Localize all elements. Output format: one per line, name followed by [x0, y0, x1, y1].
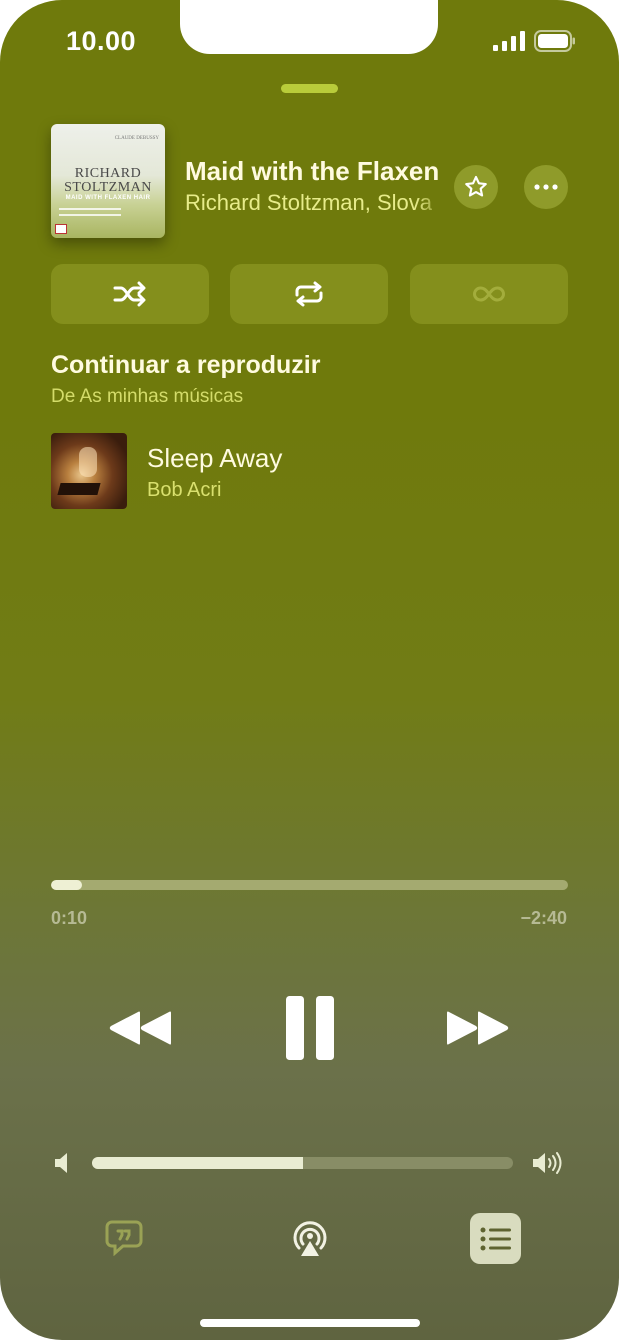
fast-forward-button[interactable] — [444, 1005, 512, 1051]
elapsed-time: 0:10 — [51, 908, 88, 928]
queue-item-title: Sleep Away — [147, 443, 283, 473]
pause-button[interactable] — [284, 996, 336, 1060]
volume-low-icon — [55, 1153, 67, 1173]
cellular-signal-icon — [493, 31, 525, 51]
list-item[interactable]: Sleep Away Bob Acri — [51, 433, 571, 511]
lyrics-button[interactable] — [104, 1218, 144, 1258]
shuffle-icon — [113, 281, 146, 307]
pause-icon — [286, 996, 334, 1060]
shuffle-button[interactable] — [51, 264, 209, 324]
artwork-album-name: MAID WITH FLAXEN HAIR — [65, 195, 151, 201]
airplay-audio-icon — [293, 1221, 327, 1256]
infinity-icon — [473, 286, 505, 302]
repeat-button[interactable] — [230, 264, 388, 324]
home-indicator[interactable] — [200, 1319, 420, 1327]
more-options-button[interactable] — [524, 165, 568, 209]
volume-slider[interactable] — [92, 1157, 513, 1169]
volume-high-icon — [533, 1152, 562, 1174]
artwork-artist-name: RICHARD STOLTZMAN — [64, 166, 152, 195]
queue-item-artwork — [51, 433, 127, 509]
artwork-piano — [57, 483, 101, 495]
queue-section-subtitle[interactable]: De As minhas músicas — [51, 386, 243, 408]
label-logo — [55, 224, 67, 234]
list-icon — [480, 1227, 511, 1250]
status-time: 10.00 — [66, 26, 137, 56]
sheet-grabber[interactable] — [281, 84, 338, 93]
playback-scrubber[interactable] — [51, 880, 568, 890]
queue-item-artist: Bob Acri — [147, 479, 222, 501]
ellipsis-icon — [534, 184, 558, 190]
repeat-icon — [295, 281, 323, 307]
forward-icon — [447, 1011, 509, 1045]
volume-slider-fill — [92, 1157, 303, 1169]
album-artwork[interactable]: CLAUDE DEBUSSY RICHARD STOLTZMAN MAID WI… — [51, 124, 165, 238]
playback-progress-fill — [51, 880, 83, 890]
artwork-composer: CLAUDE DEBUSSY — [114, 136, 159, 141]
autoplay-button[interactable] — [410, 264, 568, 324]
track-title[interactable]: Maid with the Flaxen — [185, 156, 443, 187]
now-playing-screen: 10.00 CLAUDE DEBUSSY RICHARD STOLTZMAN M… — [0, 0, 619, 1340]
airplay-button[interactable] — [289, 1217, 331, 1259]
rewind-button[interactable] — [106, 1005, 174, 1051]
queue-section-title: Continuar a reproduzir — [51, 351, 321, 379]
star-icon — [465, 175, 487, 197]
remaining-time: −2:40 — [520, 908, 567, 928]
artwork-decoration — [59, 208, 121, 216]
backward-icon — [109, 1011, 171, 1045]
device-notch — [180, 0, 438, 54]
lyrics-quote-icon — [105, 1220, 143, 1256]
favorite-button[interactable] — [454, 165, 498, 209]
battery-icon — [534, 30, 575, 52]
queue-list-button[interactable] — [470, 1213, 521, 1264]
track-artist[interactable]: Richard Stoltzman, Slova — [185, 190, 447, 216]
artwork-figure — [79, 447, 97, 477]
